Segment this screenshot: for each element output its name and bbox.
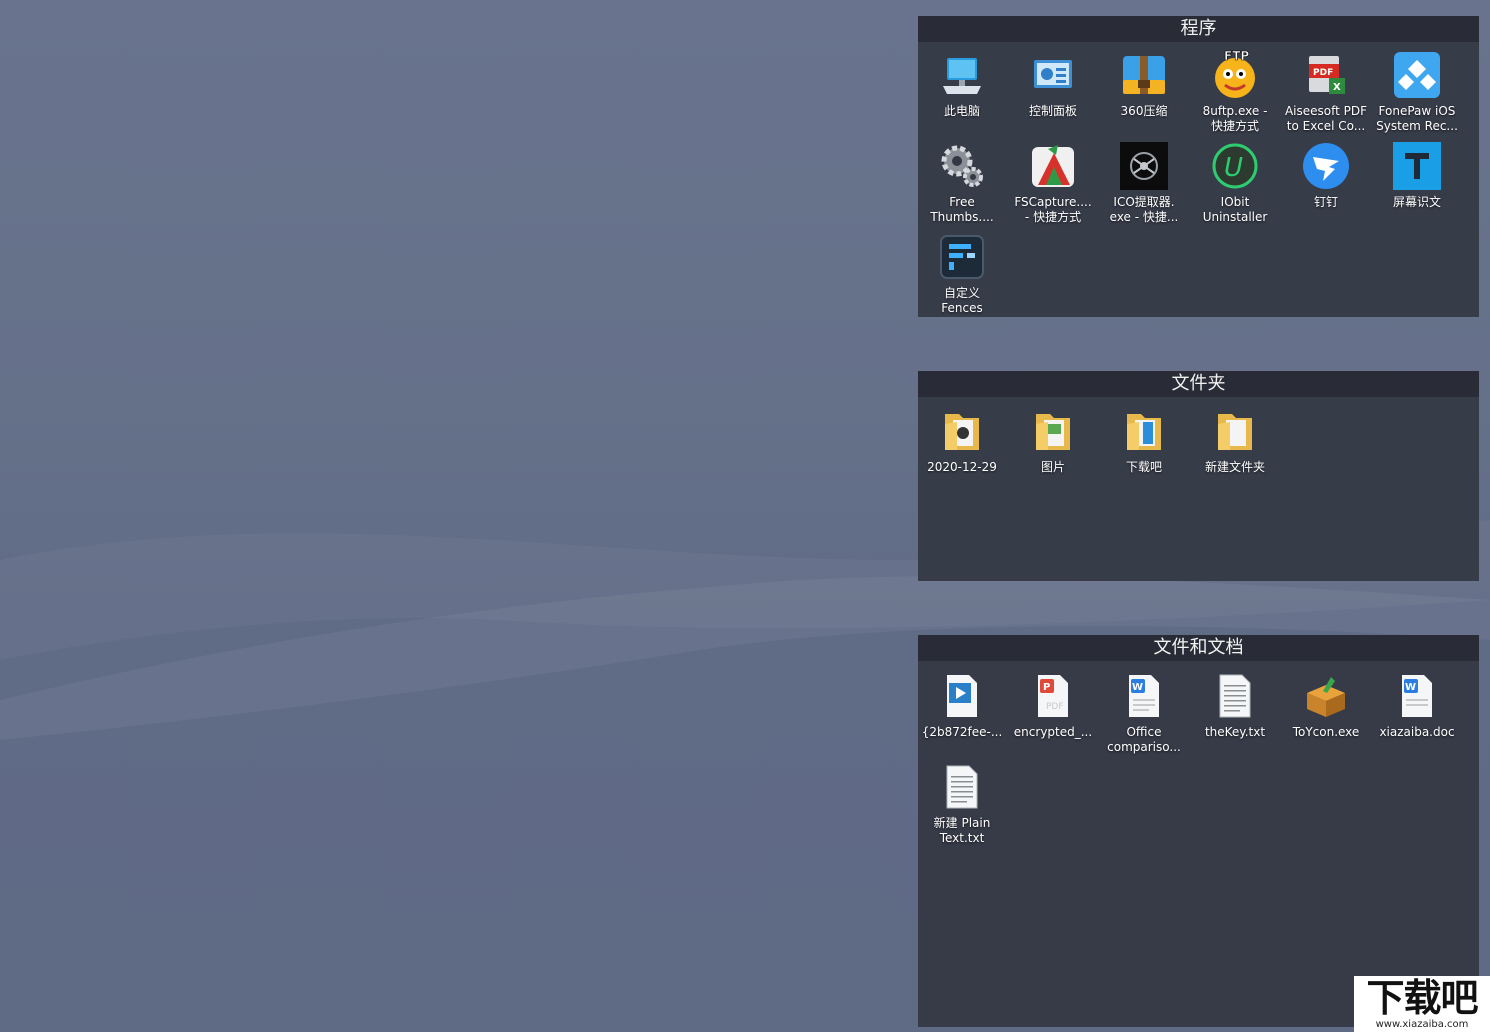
- desktop-icon-custom-fences[interactable]: 自定义 Fences: [918, 232, 1006, 316]
- desktop-icon-label: 2020-12-29: [927, 460, 997, 474]
- iobit-icon: U: [1212, 143, 1258, 189]
- fscapture-icon: [1032, 145, 1074, 187]
- fonepaw-icon: [1394, 52, 1440, 98]
- fence-folders[interactable]: 文件夹 2020-12-29 图片 下载吧 新建文件夹: [918, 371, 1479, 581]
- desktop-icon-8uftp[interactable]: FTP 8uftp.exe - 快捷方式: [1191, 50, 1279, 134]
- desktop-icon-this-pc[interactable]: 此电脑: [918, 50, 1006, 119]
- control-panel-icon: [1034, 60, 1072, 88]
- fence-programs[interactable]: 程序 此电脑 控制面板 360压缩 FTP 8uftp.exe - 快捷方式 P…: [918, 16, 1479, 317]
- svg-text:P: P: [1043, 682, 1050, 693]
- desktop-icon-label: 下载吧: [1125, 460, 1162, 474]
- desktop-icon-label: 图片: [1040, 460, 1065, 474]
- video-file-icon: [947, 675, 977, 717]
- fence-title[interactable]: 文件夹: [918, 371, 1479, 397]
- fence-title[interactable]: 文件和文档: [918, 635, 1479, 661]
- desktop-icon-label: Office compariso...: [1107, 725, 1181, 754]
- desktop-icon-label: FSCapture.... - 快捷方式: [1014, 195, 1092, 224]
- desktop-icon-folder-pictures[interactable]: 图片: [1009, 406, 1097, 475]
- desktop-icon-label: {2b872fee-...: [921, 725, 1003, 739]
- ftp-icon: FTP: [1215, 50, 1255, 98]
- desktop-icon-label: Free Thumbs....: [930, 195, 994, 224]
- fence-title[interactable]: 程序: [918, 16, 1479, 42]
- desktop-icon-dingtalk[interactable]: 钉钉: [1282, 141, 1370, 210]
- desktop-icon-video-file[interactable]: {2b872fee-...: [918, 671, 1006, 740]
- desktop-icon-ico-extractor[interactable]: ICO提取器. exe - 快捷...: [1100, 141, 1188, 225]
- svg-text:W: W: [1405, 682, 1416, 693]
- desktop-icon-label: xiazaiba.doc: [1379, 725, 1455, 739]
- svg-text:PDF: PDF: [1313, 68, 1333, 78]
- desktop-icon-toycon[interactable]: ToYcon.exe: [1282, 671, 1370, 740]
- svg-text:W: W: [1132, 682, 1143, 693]
- desktop-icon-folder-xiazaiba[interactable]: 下载吧: [1100, 406, 1188, 475]
- desktop-icon-label: theKey.txt: [1204, 725, 1266, 739]
- desktop-icon-iobit[interactable]: U IObit Uninstaller: [1191, 141, 1279, 225]
- fence-files-docs[interactable]: 文件和文档 {2b872fee-... P PDF encrypted_...: [918, 635, 1479, 1027]
- desktop-icon-label: 此电脑: [943, 104, 980, 118]
- watermark-url: www.xiazaiba.com: [1375, 1019, 1469, 1030]
- word-file-icon: W: [1402, 675, 1432, 717]
- desktop-icon-encrypted-pdf[interactable]: P PDF encrypted_...: [1009, 671, 1097, 740]
- desktop-icon-label: ToYcon.exe: [1292, 725, 1360, 739]
- svg-text:PDF: PDF: [1046, 702, 1064, 712]
- ico-extractor-icon: [1120, 142, 1168, 190]
- desktop-icon-label: 钉钉: [1313, 195, 1338, 209]
- watermark-logo: 下载吧 www.xiazaiba.com: [1354, 976, 1490, 1032]
- folder-icon: [1218, 414, 1252, 450]
- gears-icon: [941, 145, 983, 187]
- svg-text:X: X: [1333, 82, 1341, 93]
- desktop-icon-360zip[interactable]: 360压缩: [1100, 50, 1188, 119]
- folder-icon: [1036, 414, 1070, 450]
- desktop-icon-aiseesoft[interactable]: PDF X Aiseesoft PDF to Excel Co...: [1282, 50, 1370, 134]
- text-file-icon: [1219, 674, 1251, 718]
- text-file-icon: [946, 765, 978, 809]
- desktop-icon-label: Aiseesoft PDF to Excel Co...: [1284, 104, 1368, 133]
- box-exe-icon: [1307, 677, 1345, 717]
- desktop-icon-screen-ocr[interactable]: 屏幕识文: [1373, 141, 1461, 210]
- folder-icon: [945, 414, 979, 450]
- text-recognition-icon: [1393, 142, 1441, 190]
- desktop-icon-label: 新建文件夹: [1204, 460, 1265, 474]
- svg-text:U: U: [1224, 153, 1243, 183]
- desktop-icon-thekey-txt[interactable]: theKey.txt: [1191, 671, 1279, 740]
- desktop-icon-new-plain-text[interactable]: 新建 Plain Text.txt: [918, 762, 1006, 846]
- desktop-icon-folder-new[interactable]: 新建文件夹: [1191, 406, 1279, 475]
- fences-icon: [940, 235, 984, 279]
- folder-icon: [1127, 414, 1161, 450]
- desktop-icon-label: 360压缩: [1120, 104, 1168, 118]
- archive-icon: [1123, 56, 1165, 94]
- desktop-icon-free-thumbs[interactable]: Free Thumbs....: [918, 141, 1006, 225]
- pdf-excel-icon: PDF X: [1309, 56, 1345, 94]
- desktop-icon-label: 8uftp.exe - 快捷方式: [1202, 104, 1268, 133]
- watermark-text: 下载吧: [1366, 976, 1478, 1020]
- desktop-icon-label: 控制面板: [1028, 104, 1077, 118]
- desktop-icon-label: FonePaw iOS System Rec...: [1376, 104, 1458, 133]
- desktop-icon-label: 屏幕识文: [1392, 195, 1441, 209]
- desktop-icon-label: encrypted_...: [1013, 725, 1093, 739]
- svg-text:FTP: FTP: [1224, 50, 1249, 63]
- desktop-icon-folder-2020-12-29[interactable]: 2020-12-29: [918, 406, 1006, 475]
- computer-icon: [943, 58, 981, 94]
- desktop-icon-fonepaw[interactable]: FonePaw iOS System Rec...: [1373, 50, 1461, 134]
- desktop-icon-office-comparison[interactable]: W Office compariso...: [1100, 671, 1188, 755]
- dingtalk-icon: [1303, 143, 1349, 189]
- desktop-icon-label: 自定义 Fences: [941, 286, 983, 315]
- pdf-file-icon: P PDF: [1038, 675, 1068, 717]
- desktop-icon-label: ICO提取器. exe - 快捷...: [1109, 195, 1179, 224]
- word-file-icon: W: [1129, 675, 1159, 717]
- desktop-icon-label: IObit Uninstaller: [1202, 195, 1268, 224]
- desktop-icon-fscapture[interactable]: FSCapture.... - 快捷方式: [1009, 141, 1097, 225]
- desktop-icon-label: 新建 Plain Text.txt: [933, 816, 991, 845]
- desktop-icon-control-panel[interactable]: 控制面板: [1009, 50, 1097, 119]
- desktop-icon-xiazaiba-doc[interactable]: W xiazaiba.doc: [1373, 671, 1461, 740]
